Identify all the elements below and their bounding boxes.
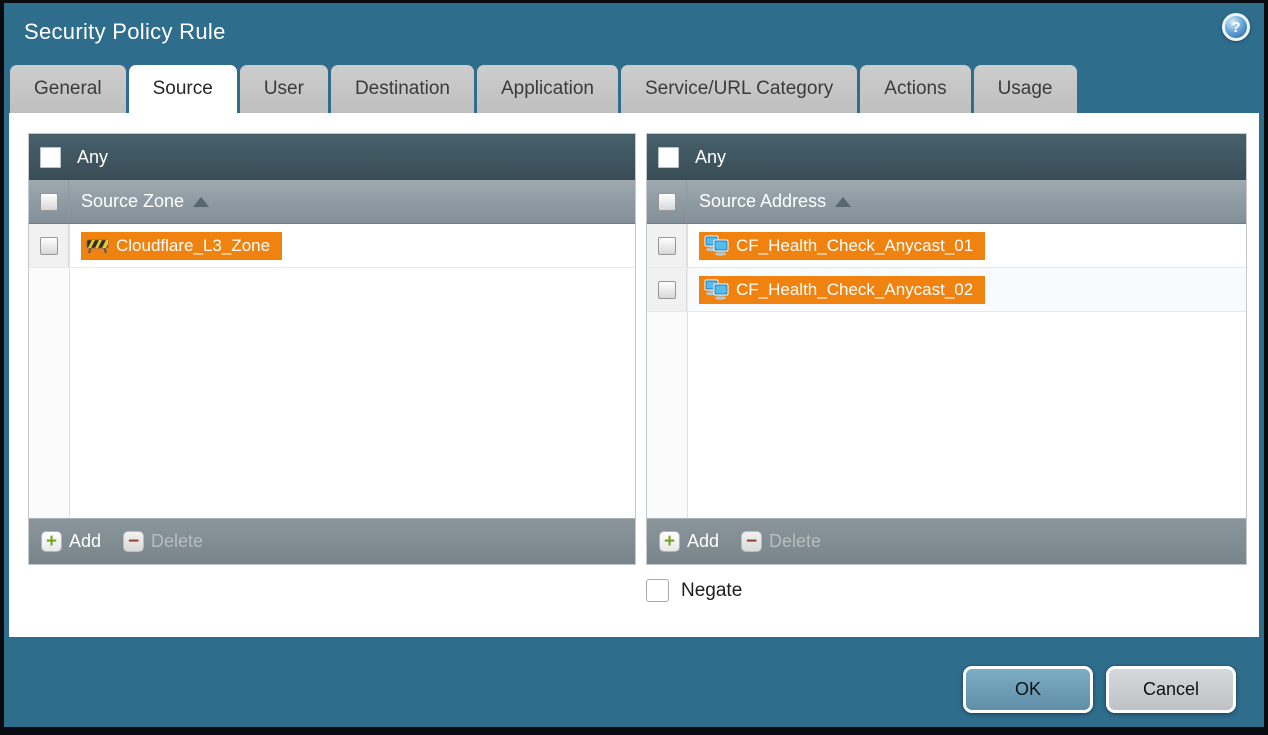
column-header[interactable]: Source Zone [29,180,635,224]
zone-icon [86,237,109,254]
header-checkbox-cell [647,180,687,223]
panel-footer: + Add − Delete [647,518,1246,564]
panels-container: Any Source Zone Cloudflare_L3_Zone + Ad [28,133,1247,565]
tab-destination[interactable]: Destination [331,65,474,113]
add-button[interactable]: + Add [659,531,719,552]
tab-user[interactable]: User [240,65,328,113]
header-checkbox-cell [29,180,69,223]
add-label: Add [69,531,101,552]
negate-label: Negate [681,580,742,602]
source-zone-panel: Any Source Zone Cloudflare_L3_Zone + Ad [28,133,636,565]
ok-button[interactable]: OK [963,666,1093,713]
screenshot-root: { "dialog": { "title": "Security Policy … [0,0,1268,735]
tab-bar: GeneralSourceUserDestinationApplicationS… [10,65,1258,113]
tab-source[interactable]: Source [129,65,237,113]
table-row: CF_Health_Check_Anycast_02 [647,268,1246,312]
add-plus-icon: + [659,531,680,552]
any-row: Any [647,134,1246,180]
any-label: Any [77,147,108,168]
delete-minus-icon: − [741,531,762,552]
object-chip[interactable]: CF_Health_Check_Anycast_01 [699,232,985,260]
table-row: Cloudflare_L3_Zone [29,224,635,268]
source-address-panel: Any Source Address CF_Health_Check_Anyca… [646,133,1247,565]
object-label: Cloudflare_L3_Zone [116,236,270,256]
row-checkbox-cell [29,224,69,267]
table-row: CF_Health_Check_Anycast_01 [647,224,1246,268]
negate-row: Negate [646,579,742,602]
rows: Cloudflare_L3_Zone [29,224,635,518]
object-label: CF_Health_Check_Anycast_02 [736,280,973,300]
row-checkbox[interactable] [40,237,58,255]
address-icon [704,279,729,300]
panel-footer: + Add − Delete [29,518,635,564]
dialog-title: Security Policy Rule [24,19,226,45]
dialog-content: Any Source Zone Cloudflare_L3_Zone + Ad [9,113,1259,637]
column-header[interactable]: Source Address [647,180,1246,224]
address-icon [704,235,729,256]
rows: CF_Health_Check_Anycast_01 CF_Health_Chec… [647,224,1246,518]
column-header-label: Source Address [699,191,826,212]
delete-minus-icon: − [123,531,144,552]
sort-asc-icon [193,197,209,207]
delete-button[interactable]: − Delete [741,531,821,552]
column-header-label: Source Zone [81,191,184,212]
object-chip[interactable]: Cloudflare_L3_Zone [81,232,282,260]
object-chip[interactable]: CF_Health_Check_Anycast_02 [699,276,985,304]
row-checkbox-cell [647,224,687,267]
dialog-footer: OK Cancel [963,666,1236,713]
any-label: Any [695,147,726,168]
select-all-checkbox[interactable] [40,193,58,211]
tab-service-url-category[interactable]: Service/URL Category [621,65,857,113]
select-all-checkbox[interactable] [658,193,676,211]
delete-label: Delete [769,531,821,552]
delete-label: Delete [151,531,203,552]
row-checkbox[interactable] [658,237,676,255]
negate-checkbox[interactable] [646,579,669,602]
security-policy-rule-dialog: Security Policy Rule ? GeneralSourceUser… [4,3,1264,727]
row-checkbox[interactable] [658,281,676,299]
add-button[interactable]: + Add [41,531,101,552]
add-label: Add [687,531,719,552]
any-checkbox[interactable] [40,147,61,168]
any-row: Any [29,134,635,180]
cancel-button[interactable]: Cancel [1106,666,1236,713]
help-icon[interactable]: ? [1222,13,1250,41]
row-checkbox-cell [647,268,687,311]
add-plus-icon: + [41,531,62,552]
any-checkbox[interactable] [658,147,679,168]
object-label: CF_Health_Check_Anycast_01 [736,236,973,256]
tab-application[interactable]: Application [477,65,618,113]
sort-asc-icon [835,197,851,207]
tab-actions[interactable]: Actions [860,65,970,113]
tab-general[interactable]: General [10,65,126,113]
dialog-titlebar: Security Policy Rule ? [4,3,1264,65]
tab-usage[interactable]: Usage [974,65,1077,113]
delete-button[interactable]: − Delete [123,531,203,552]
